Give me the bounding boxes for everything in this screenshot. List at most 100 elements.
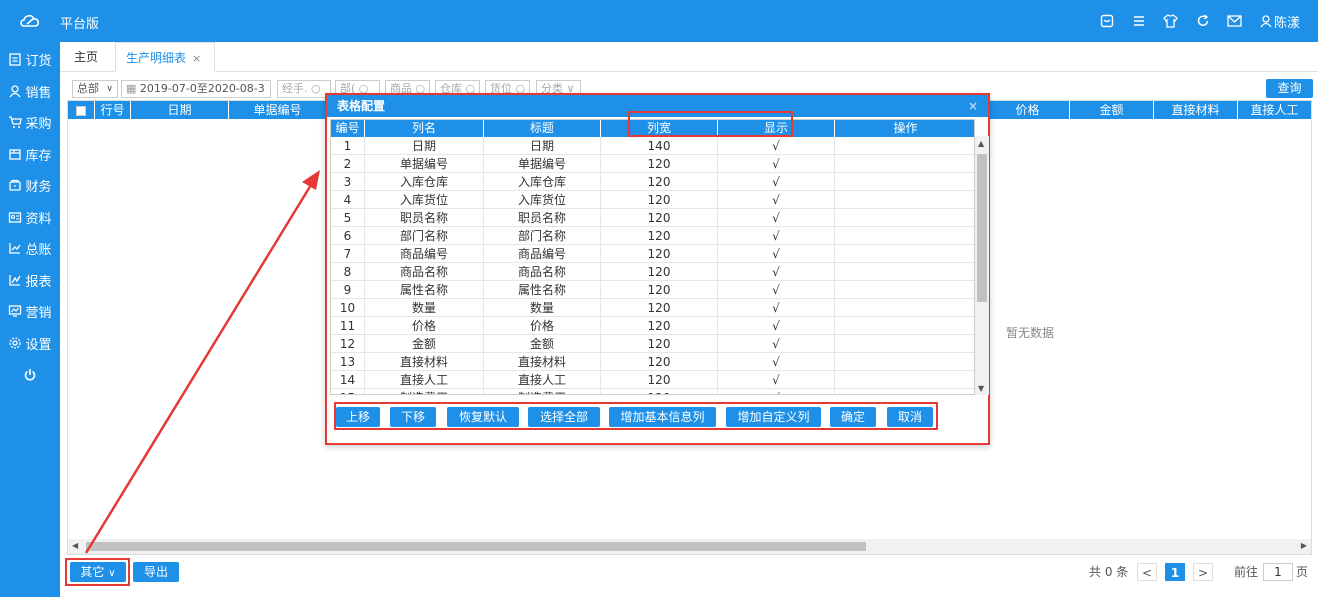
add-basic-column-button[interactable]: 增加基本信息列 xyxy=(609,407,716,427)
col-direct-labor[interactable]: 直接人工 xyxy=(1238,101,1311,119)
cell-width[interactable]: 120 xyxy=(601,353,718,371)
cancel-button[interactable]: 取消 xyxy=(887,407,933,427)
handler-input[interactable]: 经手. ○ xyxy=(277,80,331,98)
cell-width[interactable]: 120 xyxy=(601,389,718,394)
export-button[interactable]: 导出 xyxy=(133,562,179,582)
query-button[interactable]: 查询 xyxy=(1266,79,1313,98)
refresh-icon[interactable] xyxy=(1194,12,1212,30)
cell-visible[interactable]: √ xyxy=(718,353,835,371)
table-row[interactable]: 13 直接材料 直接材料 120 √ xyxy=(331,353,974,371)
cell-visible[interactable]: √ xyxy=(718,137,835,155)
move-up-button[interactable]: 上移 xyxy=(336,407,380,427)
cell-width[interactable]: 120 xyxy=(601,299,718,317)
scroll-up-icon[interactable]: ▲ xyxy=(978,139,984,148)
goto-page-input[interactable]: 1 xyxy=(1263,563,1293,581)
cell-width[interactable]: 120 xyxy=(601,335,718,353)
message-box-icon[interactable] xyxy=(1098,12,1116,30)
scroll-down-icon[interactable]: ▼ xyxy=(978,384,984,393)
cell-actions[interactable] xyxy=(835,137,974,155)
cell-visible[interactable]: √ xyxy=(718,371,835,389)
close-icon[interactable]: × xyxy=(968,95,978,117)
table-row[interactable]: 6 部门名称 部门名称 120 √ xyxy=(331,227,974,245)
add-custom-column-button[interactable]: 增加自定义列 xyxy=(726,407,821,427)
select-all-button[interactable]: 选择全部 xyxy=(528,407,600,427)
cell-width[interactable]: 120 xyxy=(601,317,718,335)
table-row[interactable]: 1 日期 日期 140 √ xyxy=(331,137,974,155)
cell-visible[interactable]: √ xyxy=(718,389,835,394)
table-row[interactable]: 8 商品名称 商品名称 120 √ xyxy=(331,263,974,281)
table-row[interactable]: 7 商品编号 商品编号 120 √ xyxy=(331,245,974,263)
cell-visible[interactable]: √ xyxy=(718,281,835,299)
table-row[interactable]: 12 金额 金额 120 √ xyxy=(331,335,974,353)
sidebar-item-order[interactable]: 订货 xyxy=(0,44,60,74)
vertical-scrollbar[interactable]: ▲ ▼ xyxy=(975,136,989,395)
cell-actions[interactable] xyxy=(835,389,974,394)
cell-visible[interactable]: √ xyxy=(718,245,835,263)
cell-actions[interactable] xyxy=(835,281,974,299)
cell-width[interactable]: 120 xyxy=(601,281,718,299)
col-price[interactable]: 价格 xyxy=(986,101,1070,119)
org-select[interactable]: 总部 ∨ xyxy=(72,80,118,98)
cell-width[interactable]: 120 xyxy=(601,227,718,245)
cell-actions[interactable] xyxy=(835,263,974,281)
cell-visible[interactable]: √ xyxy=(718,227,835,245)
cell-visible[interactable]: √ xyxy=(718,155,835,173)
cell-actions[interactable] xyxy=(835,353,974,371)
col-row-number[interactable]: 行号 xyxy=(95,101,131,119)
cell-actions[interactable] xyxy=(835,173,974,191)
scroll-thumb[interactable] xyxy=(86,542,866,551)
sidebar-item-ledger[interactable]: 总账 xyxy=(0,233,60,263)
cell-actions[interactable] xyxy=(835,245,974,263)
tab-production-detail[interactable]: 生产明细表 × xyxy=(115,42,215,72)
cell-visible[interactable]: √ xyxy=(718,335,835,353)
cell-visible[interactable]: √ xyxy=(718,191,835,209)
cell-actions[interactable] xyxy=(835,191,974,209)
date-range-input[interactable]: ▦ 2019-07-0至2020-08-3 xyxy=(121,80,271,98)
cell-width[interactable]: 120 xyxy=(601,263,718,281)
cell-visible[interactable]: √ xyxy=(718,299,835,317)
tab-home[interactable]: 主页 xyxy=(64,42,108,72)
table-row[interactable]: 15制造费用制造费用120√ xyxy=(331,389,974,394)
cell-width[interactable]: 120 xyxy=(601,371,718,389)
select-all-checkbox[interactable] xyxy=(76,105,86,116)
current-page[interactable]: 1 xyxy=(1165,563,1185,581)
table-row[interactable]: 3 入库仓库 入库仓库 120 √ xyxy=(331,173,974,191)
cell-width[interactable]: 140 xyxy=(601,137,718,155)
confirm-button[interactable]: 确定 xyxy=(830,407,876,427)
cell-actions[interactable] xyxy=(835,335,974,353)
cell-actions[interactable] xyxy=(835,155,974,173)
horizontal-scrollbar[interactable]: ◀ ▶ xyxy=(68,539,1311,554)
menu-list-icon[interactable] xyxy=(1130,12,1148,30)
cell-width[interactable]: 120 xyxy=(601,155,718,173)
table-row[interactable]: 10 数量 数量 120 √ xyxy=(331,299,974,317)
tab-close-icon[interactable]: × xyxy=(192,52,201,65)
shirt-icon[interactable] xyxy=(1162,12,1180,30)
move-down-button[interactable]: 下移 xyxy=(390,407,436,427)
sidebar-item-finance[interactable]: 财务 xyxy=(0,170,60,200)
next-page-button[interactable]: > xyxy=(1193,563,1213,581)
col-direct-material[interactable]: 直接材料 xyxy=(1154,101,1238,119)
col-amount[interactable]: 金额 xyxy=(1070,101,1154,119)
scroll-right-icon[interactable]: ▶ xyxy=(1301,541,1307,550)
cell-actions[interactable] xyxy=(835,209,974,227)
sidebar-item-report[interactable]: 报表 xyxy=(0,265,60,295)
prev-page-button[interactable]: < xyxy=(1137,563,1157,581)
cell-width[interactable]: 120 xyxy=(601,209,718,227)
cell-actions[interactable] xyxy=(835,227,974,245)
cell-width[interactable]: 120 xyxy=(601,173,718,191)
restore-default-button[interactable]: 恢复默认 xyxy=(447,407,519,427)
sidebar-item-purchase[interactable]: 采购 xyxy=(0,107,60,137)
cell-visible[interactable]: √ xyxy=(718,317,835,335)
sidebar-item-data[interactable]: 资料 xyxy=(0,202,60,232)
cell-width[interactable]: 120 xyxy=(601,245,718,263)
cell-width[interactable]: 120 xyxy=(601,191,718,209)
table-row[interactable]: 2 单据编号 单据编号 120 √ xyxy=(331,155,974,173)
table-row[interactable]: 9 属性名称 属性名称 120 √ xyxy=(331,281,974,299)
table-row[interactable]: 4 入库货位 入库货位 120 √ xyxy=(331,191,974,209)
table-row[interactable]: 5 职员名称 职员名称 120 √ xyxy=(331,209,974,227)
cell-visible[interactable]: √ xyxy=(718,263,835,281)
cell-visible[interactable]: √ xyxy=(718,173,835,191)
scroll-left-icon[interactable]: ◀ xyxy=(72,541,78,550)
table-row[interactable]: 14 直接人工 直接人工 120 √ xyxy=(331,371,974,389)
col-doc-number[interactable]: 单据编号 xyxy=(229,101,327,119)
